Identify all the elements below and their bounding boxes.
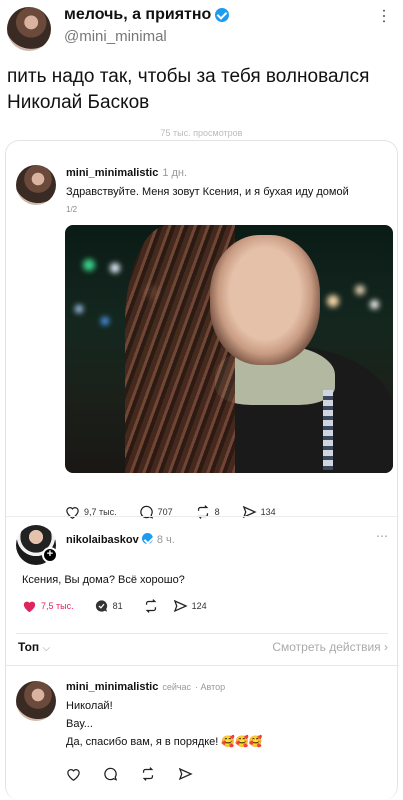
more-options-icon[interactable]: ⋯ [376,529,388,543]
comment-count: 81 [112,601,123,611]
post-username[interactable]: mini_minimalistic [66,167,158,179]
follow-plus-icon[interactable]: + [42,547,58,563]
comment-button[interactable]: 81 [94,599,123,613]
faded-caption: 75 тыс. просмотров [160,128,243,138]
sort-label: Топ [18,640,40,654]
more-options-icon[interactable]: ⋯ [374,8,393,23]
post-time: 8 ч. [156,534,175,546]
chevron-down-icon: ⌵ [42,643,51,654]
post-line: Да, спасибо вам, я в порядке! 🥰🥰🥰 [66,736,263,748]
like-count: 7,5 тыс. [41,601,74,611]
post-line: Вау... [66,718,93,730]
post-header: nikolaibaskov 8 ч. [66,533,175,546]
heart-icon [67,769,80,781]
post-text: Николай! Вау... Да, спасибо вам, я в пор… [66,697,386,751]
thread-post: mini_minimalistic сейчас · Автор Николай! … [16,677,394,797]
tweet-author[interactable]: мелочь, а приятно [64,6,230,24]
comment-filled-icon [95,600,107,612]
like-button[interactable] [66,767,81,781]
threads-embed-card: mini_minimalistic 1 дн. Здравствуйте. Мен… [5,140,399,800]
tweet-text: пить надо так, чтобы за тебя волновался … [7,66,370,113]
share-button[interactable] [178,767,193,781]
verified-badge-icon [215,8,230,22]
post-header: mini_minimalistic сейчас · Автор [66,681,225,693]
thread-post: + nikolaibaskov 8 ч. ⋯ Ксения, Вы дома? … [16,521,394,631]
post-line: Николай! [66,700,113,712]
post-username[interactable]: nikolaibaskov [66,534,139,546]
repost-button[interactable] [140,767,156,781]
repost-icon [142,767,154,781]
post-time: сейчас [162,682,192,692]
see-activity-label: Смотреть действия [272,640,381,654]
post-avatar[interactable] [16,165,56,205]
share-icon [178,767,193,781]
tweet-author-name: мелочь, а приятно [64,6,212,23]
repost-icon [145,599,156,613]
share-button[interactable]: 124 [173,599,207,613]
see-activity-link[interactable]: Смотреть действия › [272,640,388,654]
like-button[interactable]: 7,5 тыс. [22,599,74,613]
chevron-right-icon: › [384,640,388,654]
verified-badge-icon [141,533,153,544]
post-avatar[interactable] [16,681,56,721]
thread-post: mini_minimalistic 1 дн. Здравствуйте. Мен… [16,161,394,519]
divider [6,516,399,517]
post-text: Здравствуйте. Меня зовут Ксения, и я бух… [66,186,349,198]
author-tag: · Автор [195,682,226,692]
post-photo[interactable] [65,225,393,473]
divider [16,633,388,634]
share-icon [173,599,188,613]
post-header: mini_minimalistic 1 дн. [66,167,187,179]
tweet-avatar[interactable] [7,7,51,51]
tweet-handle[interactable]: @mini_minimal [64,28,167,45]
share-count: 124 [191,601,207,611]
post-username[interactable]: mini_minimalistic [66,681,158,693]
post-time: 1 дн. [162,167,188,179]
page-indicator: 1/2 [66,205,78,214]
sort-dropdown[interactable]: Топ ⌵ [18,640,50,654]
comment-icon [104,767,118,781]
heart-filled-icon [23,601,36,613]
tweet: мелочь, а приятно @mini_minimal ⋯ пить н… [0,0,403,128]
post-text: Ксения, Вы дома? Всё хорошо? [22,574,185,586]
comment-button[interactable] [103,767,118,781]
repost-button[interactable] [143,599,159,613]
divider [6,665,399,666]
post-actions [66,767,215,781]
post-actions: 7,5 тыс. 81 124 [22,599,229,613]
